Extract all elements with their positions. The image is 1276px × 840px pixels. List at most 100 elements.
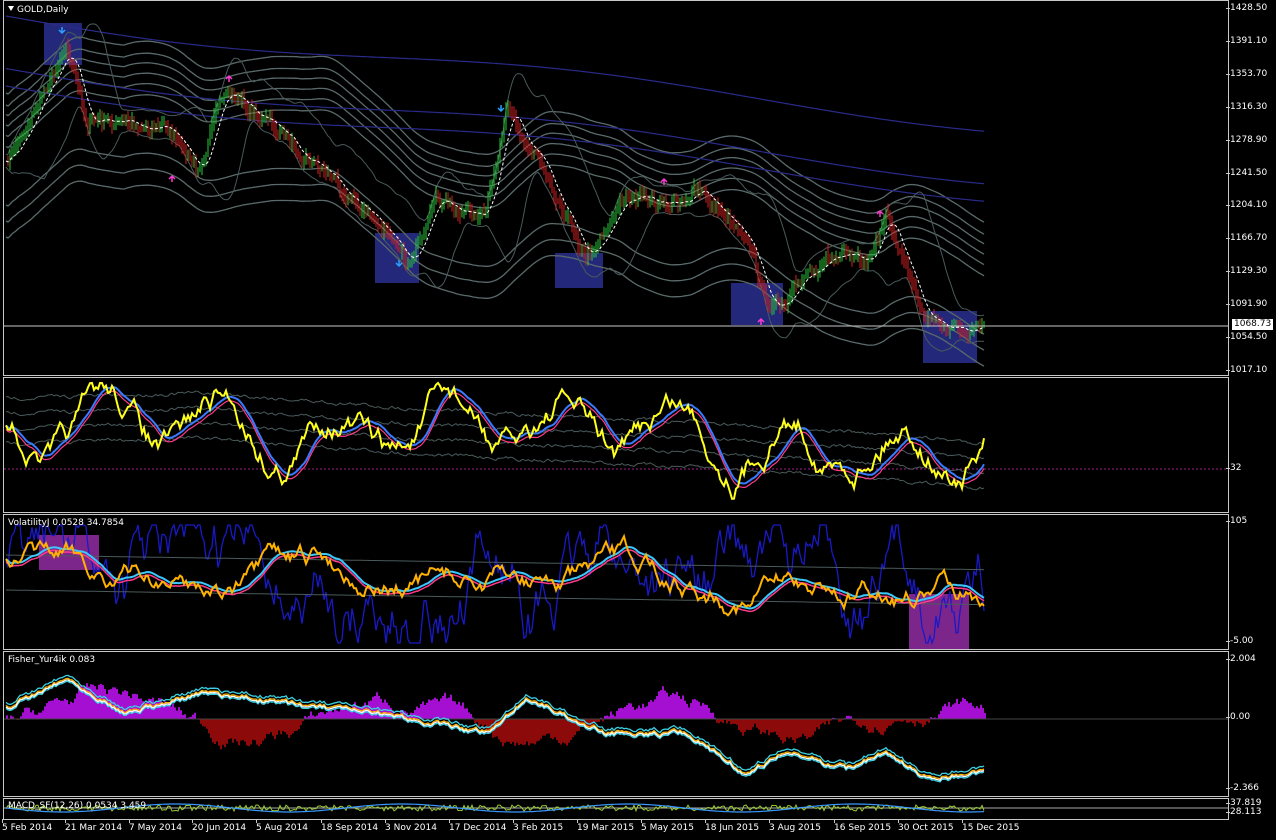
macd-canvas <box>4 803 1228 813</box>
volatility-scale[interactable]: 105 -5.00 <box>1225 514 1276 650</box>
fisher-histogram-bar <box>978 708 980 719</box>
oscillator-pane-1[interactable] <box>3 377 1229 513</box>
fisher-histogram-bar <box>920 719 922 724</box>
fisher-histogram-bar <box>466 708 468 719</box>
fisher-histogram-bar <box>974 708 976 719</box>
fisher-tick: 0.00 <box>1225 712 1251 722</box>
fisher-histogram-bar <box>776 719 778 735</box>
macd-label: MACD_SF(12,26) 0.0534 3.459 <box>8 801 147 811</box>
fisher-histogram-bar <box>318 712 320 719</box>
price-tick: 1091.90 <box>1225 299 1268 309</box>
fisher-histogram-bar <box>662 686 664 719</box>
fisher-histogram-bar <box>564 719 566 744</box>
fisher-histogram-bar <box>816 719 818 728</box>
fisher-histogram-bar <box>786 719 788 738</box>
fisher-histogram-bar <box>32 710 34 719</box>
fisher-histogram-bar <box>886 719 888 729</box>
fisher-histogram-bar <box>468 712 470 719</box>
fisher-histogram-bar <box>790 719 792 738</box>
fisher-histogram-bar <box>748 719 750 731</box>
fisher-histogram-bar <box>30 712 32 719</box>
fisher-histogram-bar <box>184 714 186 719</box>
fisher-histogram-bar <box>226 719 228 744</box>
symbol-timeframe-label[interactable]: GOLD,Daily <box>8 5 69 15</box>
fisher-histogram-bar <box>484 719 486 725</box>
price-tick: 1353.70 <box>1225 69 1268 79</box>
fisher-histogram-bar <box>336 710 338 719</box>
fisher-histogram-bar <box>782 719 784 744</box>
envelope-band-line <box>5 58 985 245</box>
fisher-histogram-bar <box>292 719 294 734</box>
fisher-histogram-bar <box>322 712 324 719</box>
fisher-histogram-bar <box>952 704 954 719</box>
fisher-pane[interactable]: Fisher_Yur4ik 0.083 <box>3 651 1229 797</box>
fisher-histogram-bar <box>804 719 806 736</box>
time-label: 3 Nov 2014 <box>385 819 437 833</box>
macd-pane[interactable]: MACD_SF(12,26) 0.0534 3.459 <box>3 798 1229 820</box>
fisher-histogram-bar <box>810 719 812 737</box>
fisher-histogram-bar <box>552 719 554 740</box>
fisher-histogram-bar <box>738 719 740 731</box>
fisher-histogram-bar <box>744 719 746 732</box>
fisher-histogram-bar <box>428 699 430 719</box>
fisher-histogram-bar <box>524 719 526 745</box>
fisher-histogram-bar <box>660 690 662 719</box>
time-label: 18 Jun 2015 <box>705 819 760 833</box>
fisher-scale[interactable]: 2.004 0.00 -2.366 <box>1225 651 1276 797</box>
fisher-histogram-bar <box>760 719 762 735</box>
fisher-histogram-bar <box>130 698 132 719</box>
fisher-histogram-bar <box>796 719 798 739</box>
fisher-histogram-bar <box>244 719 246 742</box>
fisher-histogram-bar <box>880 719 882 735</box>
fisher-histogram-bar <box>708 707 710 719</box>
fisher-histogram-bar <box>970 702 972 719</box>
fisher-histogram-bar <box>650 700 652 719</box>
signal-arrow-icon <box>168 174 176 182</box>
macd-scale[interactable]: 37.819 28.113 <box>1226 798 1276 820</box>
fisher-histogram-bar <box>944 703 946 719</box>
chart-window[interactable]: GOLD,Daily VolatilityJ 0.0528 34.7854 Fi… <box>0 0 1276 840</box>
fisher-histogram-bar <box>950 706 952 719</box>
fisher-histogram-bar <box>286 719 288 735</box>
fisher-histogram-bar <box>70 701 72 719</box>
fisher-histogram-bar <box>542 719 544 736</box>
fisher-histogram-bar <box>868 719 870 734</box>
fisher-histogram-bar <box>278 719 280 731</box>
fisher-histogram-bar <box>40 712 42 719</box>
envelope-band-line <box>5 180 985 367</box>
fisher-histogram-bar <box>426 702 428 719</box>
price-chart-pane[interactable]: GOLD,Daily <box>3 0 1229 376</box>
fisher-histogram-bar <box>562 719 564 743</box>
fisher-histogram-bar <box>168 702 170 719</box>
fisher-histogram-bar <box>610 711 612 719</box>
time-label: 16 Sep 2015 <box>834 819 892 833</box>
fisher-histogram-bar <box>26 707 28 719</box>
fisher-histogram-bar <box>320 711 322 719</box>
time-axis[interactable]: 5 Feb 2014 21 Mar 2014 7 May 2014 20 Jun… <box>0 819 1230 840</box>
fisher-histogram-bar <box>300 719 302 726</box>
fisher-histogram-bar <box>460 705 462 719</box>
fisher-histogram-bar <box>272 719 274 736</box>
fisher-histogram-bar <box>712 712 714 719</box>
fisher-histogram-bar <box>288 719 290 738</box>
fisher-histogram-bar <box>646 706 648 719</box>
volatility-label: VolatilityJ 0.0528 34.7854 <box>8 518 124 528</box>
fisher-histogram-bar <box>232 719 234 743</box>
time-label: 15 Dec 2015 <box>962 819 1020 833</box>
fisher-histogram-bar <box>984 712 986 719</box>
trend-channel-line <box>5 67 985 185</box>
fisher-histogram-bar <box>948 701 950 719</box>
volatility-pane[interactable]: VolatilityJ 0.0528 34.7854 <box>3 514 1229 650</box>
fisher-histogram-bar <box>316 715 318 719</box>
oscillator-1-scale[interactable]: 32 <box>1225 377 1276 513</box>
fisher-histogram-bar <box>522 719 524 745</box>
fisher-histogram-bar <box>802 719 804 734</box>
fisher-histogram-bar <box>282 719 284 732</box>
fisher-histogram-bar <box>670 694 672 719</box>
time-label: 20 Jun 2014 <box>192 819 247 833</box>
fisher-histogram-bar <box>768 719 770 736</box>
fisher-histogram-bar <box>884 719 886 732</box>
fisher-histogram-bar <box>792 719 794 741</box>
fisher-histogram-bar <box>864 719 866 726</box>
fisher-histogram-bar <box>414 709 416 719</box>
